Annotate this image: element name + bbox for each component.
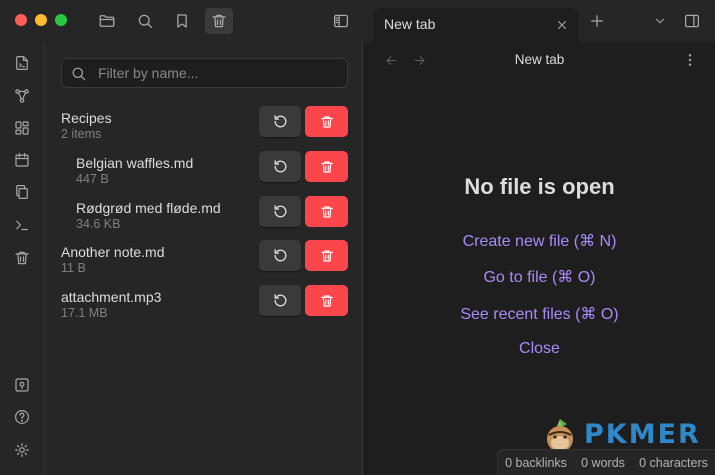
backlinks-count[interactable]: 0 backlinks	[505, 456, 567, 470]
ribbon-copy-button[interactable]	[11, 181, 33, 203]
watermark-text: PKMER	[584, 419, 701, 450]
restore-button[interactable]	[259, 151, 301, 182]
search-icon	[138, 14, 153, 29]
more-vertical-icon	[688, 54, 692, 66]
new-tab-button[interactable]	[586, 10, 608, 32]
ribbon-help-button[interactable]	[11, 406, 33, 428]
list-item: Another note.md 11 B	[45, 240, 363, 280]
window-minimize-button[interactable]	[35, 14, 47, 26]
tab-list-button[interactable]	[649, 10, 671, 32]
copy-icon	[16, 185, 28, 199]
trash-icon	[319, 248, 335, 264]
item-name: Another note.md	[61, 244, 165, 260]
restore-icon	[272, 247, 289, 264]
trash-view-button[interactable]	[205, 8, 233, 34]
trash-icon	[319, 114, 335, 130]
item-name: Belgian waffles.md	[76, 155, 194, 171]
restore-icon	[272, 203, 289, 220]
sidebar-toggle-icon	[333, 14, 349, 28]
trash-icon	[212, 14, 226, 28]
ribbon-new-note-button[interactable]	[11, 52, 33, 74]
close-link[interactable]: Close	[519, 340, 560, 357]
vault-icon	[15, 378, 29, 392]
view-title: New tab	[514, 52, 565, 67]
ribbon-graph-button[interactable]	[11, 85, 33, 107]
delete-button[interactable]	[305, 240, 348, 271]
restore-button[interactable]	[259, 106, 301, 137]
ribbon-vault-button[interactable]	[11, 374, 33, 396]
title-bar: New tab	[0, 0, 715, 42]
ribbon-trash-button[interactable]	[11, 247, 33, 269]
sidebar-right-icon	[684, 14, 700, 28]
go-to-file-link[interactable]: Go to file (⌘ O)	[483, 269, 595, 286]
ribbon-canvas-button[interactable]	[11, 117, 33, 139]
ribbon	[0, 42, 45, 475]
trash-icon	[319, 159, 335, 175]
plus-icon	[591, 15, 603, 27]
ribbon-settings-button[interactable]	[11, 439, 33, 461]
new-note-icon	[16, 56, 28, 70]
filter-box[interactable]	[61, 58, 348, 88]
close-icon	[557, 20, 567, 30]
tab-close-button[interactable]	[551, 14, 573, 36]
delete-button[interactable]	[305, 285, 348, 316]
item-meta: 2 items	[61, 127, 102, 141]
left-sidebar-toggle[interactable]	[327, 8, 355, 34]
restore-icon	[272, 113, 289, 130]
item-name: attachment.mp3	[61, 289, 162, 305]
item-meta: 17.1 MB	[61, 306, 108, 320]
delete-button[interactable]	[305, 151, 348, 182]
folder-icon	[99, 15, 115, 27]
list-item: Belgian waffles.md 447 B	[45, 151, 363, 191]
graph-icon	[15, 89, 29, 103]
file-explorer-button[interactable]	[93, 8, 121, 34]
filter-input[interactable]	[98, 63, 338, 83]
main-view: New tab No file is open Create new file …	[364, 42, 715, 475]
search-icon	[70, 65, 88, 83]
tab-new-tab[interactable]: New tab	[373, 8, 579, 42]
trash-icon	[15, 251, 29, 265]
restore-button[interactable]	[259, 240, 301, 271]
ribbon-calendar-button[interactable]	[11, 149, 33, 171]
terminal-icon	[16, 220, 28, 231]
restore-icon	[272, 292, 289, 309]
ribbon-terminal-button[interactable]	[11, 214, 33, 236]
trash-icon	[319, 293, 335, 309]
item-meta: 34.6 KB	[76, 217, 121, 231]
trash-panel: Recipes2 items Belgian waffles.md447 B Rød…	[45, 42, 363, 475]
bookmark-icon	[177, 14, 187, 28]
calendar-icon	[15, 153, 29, 167]
list-item: Rødgrød med fløde.md 34.6 KB	[45, 196, 363, 236]
list-item: Recipes 2 items	[45, 106, 363, 146]
trash-icon	[319, 204, 335, 220]
right-sidebar-toggle[interactable]	[680, 10, 704, 32]
item-meta: 447 B	[76, 172, 109, 186]
settings-icon	[15, 443, 29, 457]
item-meta: 11 B	[61, 261, 86, 275]
restore-button[interactable]	[259, 196, 301, 227]
tab-label: New tab	[384, 16, 436, 32]
more-options-button[interactable]	[680, 50, 700, 70]
chevron-down-icon	[655, 18, 665, 24]
restore-icon	[272, 158, 289, 175]
delete-button[interactable]	[305, 106, 348, 137]
item-name: Rødgrød med fløde.md	[76, 200, 221, 216]
item-name: Recipes	[61, 110, 112, 126]
restore-button[interactable]	[259, 285, 301, 316]
window-zoom-button[interactable]	[55, 14, 67, 26]
window-close-button[interactable]	[15, 14, 27, 26]
create-new-file-link[interactable]: Create new file (⌘ N)	[463, 233, 617, 250]
canvas-icon	[15, 121, 29, 135]
list-item: attachment.mp3 17.1 MB	[45, 285, 363, 325]
see-recent-files-link[interactable]: See recent files (⌘ O)	[460, 306, 618, 323]
delete-button[interactable]	[305, 196, 348, 227]
character-count: 0 characters	[639, 455, 708, 470]
bookmarks-button[interactable]	[168, 8, 196, 34]
status-bar: 0 backlinks 0 words 0 characters	[497, 449, 715, 475]
help-icon	[15, 410, 29, 424]
empty-state-title: No file is open	[464, 174, 615, 199]
search-button[interactable]	[131, 8, 159, 34]
word-count: 0 words	[581, 455, 625, 470]
